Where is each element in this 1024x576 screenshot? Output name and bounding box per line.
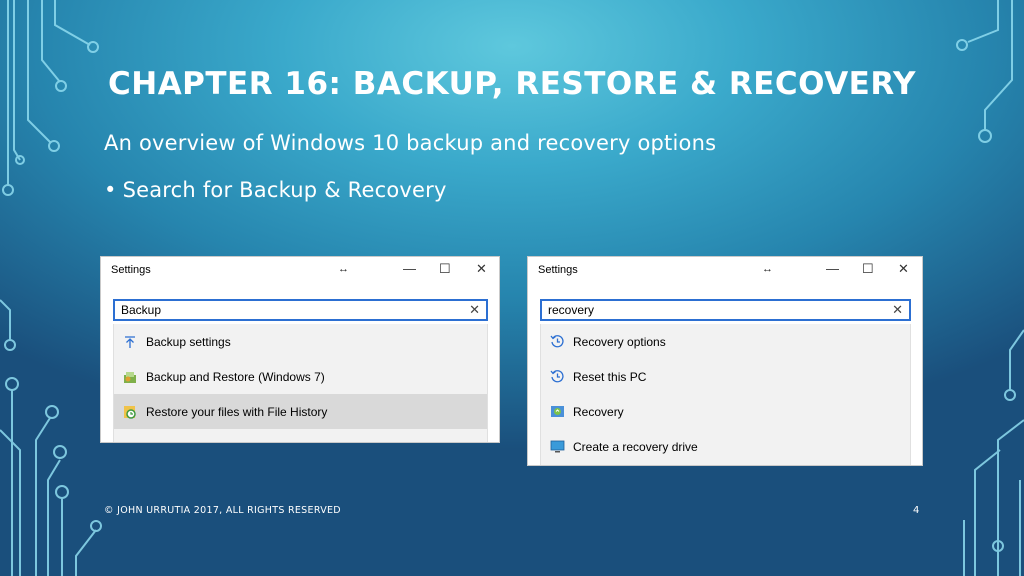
settings-window-backup: Settings ↔ — ☐ ✕ ✕ Backup settings Backu… — [101, 257, 499, 442]
upload-arrow-icon — [122, 334, 138, 350]
settings-window-recovery: Settings ↔ — ☐ ✕ ✕ Recovery options Rese… — [528, 257, 922, 465]
search-result-item[interactable]: Create a recovery drive — [541, 429, 910, 464]
search-input[interactable] — [548, 302, 848, 318]
search-result-item-selected[interactable]: Restore your files with File History — [114, 394, 487, 429]
clear-search-icon[interactable]: ✕ — [892, 302, 903, 318]
result-label: Reset this PC — [573, 369, 647, 384]
result-label: Recovery options — [573, 334, 666, 349]
search-result-item[interactable]: Recovery options — [541, 324, 910, 359]
close-button[interactable]: ✕ — [898, 261, 909, 277]
search-result-item[interactable]: Backup and Restore (Windows 7) — [114, 359, 487, 394]
maximize-button[interactable]: ☐ — [439, 261, 451, 277]
result-label: Backup settings — [146, 334, 231, 349]
minimize-button[interactable]: — — [826, 261, 839, 276]
resize-icon: ↔ — [762, 263, 773, 275]
file-history-icon — [122, 404, 138, 420]
window-title: Settings — [111, 264, 151, 276]
window-titlebar[interactable]: Settings ↔ — ☐ ✕ — [101, 257, 499, 283]
result-label: Create a recovery drive — [573, 439, 698, 454]
search-results-list: Recovery options Reset this PC Recovery … — [540, 324, 911, 465]
search-result-item[interactable]: Reset this PC — [541, 359, 910, 394]
window-title: Settings — [538, 264, 578, 276]
minimize-button[interactable]: — — [403, 261, 416, 276]
settings-search-box[interactable]: ✕ — [540, 299, 911, 321]
monitor-icon — [549, 439, 565, 455]
bullet-glyph: • — [104, 178, 117, 202]
search-input[interactable] — [121, 302, 421, 318]
backup-restore-icon — [122, 369, 138, 385]
recovery-control-panel-icon — [549, 404, 565, 420]
page-number: 4 — [913, 505, 920, 516]
settings-search-box[interactable]: ✕ — [113, 299, 488, 321]
copyright-footer: © JOHN URRUTIA 2017, ALL RIGHTS RESERVED — [104, 505, 341, 516]
bullet-item: • Search for Backup & Recovery — [104, 178, 447, 202]
slide-subtitle: An overview of Windows 10 backup and rec… — [104, 131, 717, 155]
search-result-item[interactable]: Backup settings — [114, 324, 487, 359]
maximize-button[interactable]: ☐ — [862, 261, 874, 277]
bullet-text: Search for Backup & Recovery — [122, 178, 447, 202]
resize-icon: ↔ — [338, 263, 349, 275]
slide-title: CHAPTER 16: BACKUP, RESTORE & RECOVERY — [108, 66, 916, 102]
window-titlebar[interactable]: Settings ↔ — ☐ ✕ — [528, 257, 922, 283]
history-clock-icon — [549, 369, 565, 385]
result-label: Restore your files with File History — [146, 404, 328, 419]
result-label: Recovery — [573, 404, 624, 419]
search-results-list: Backup settings Backup and Restore (Wind… — [113, 324, 488, 442]
clear-search-icon[interactable]: ✕ — [469, 302, 480, 318]
history-clock-icon — [549, 334, 565, 350]
result-label: Backup and Restore (Windows 7) — [146, 369, 325, 384]
search-result-item[interactable]: Recovery — [541, 394, 910, 429]
close-button[interactable]: ✕ — [476, 261, 487, 277]
